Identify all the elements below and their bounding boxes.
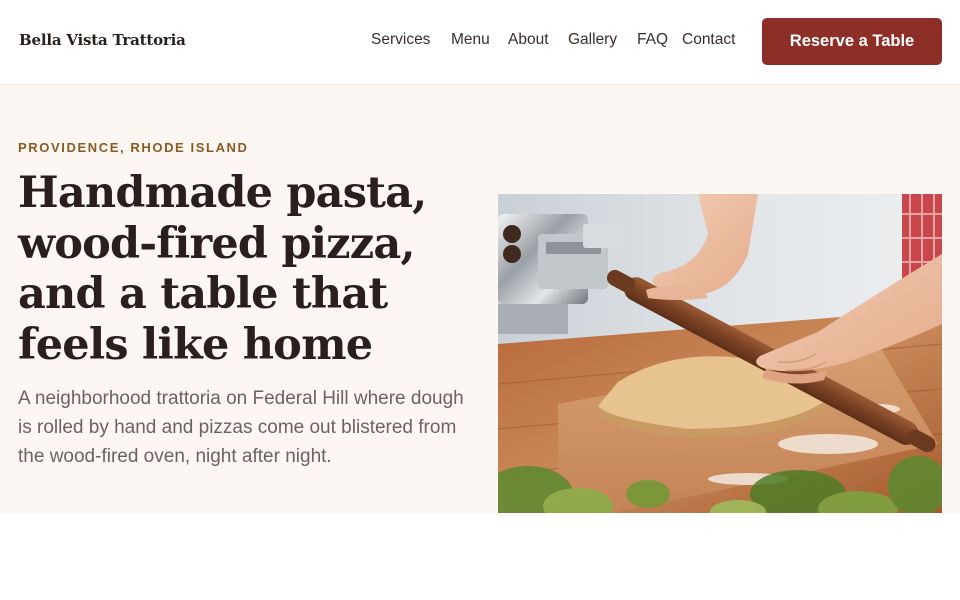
pasta-rolling-photo-illustration xyxy=(498,194,942,513)
site-header: Bella Vista Trattoria Services Menu Abou… xyxy=(0,0,960,85)
reserve-table-button[interactable]: Reserve a Table xyxy=(762,18,942,65)
hero-section: PROVIDENCE, RHODE ISLAND Handmade pasta,… xyxy=(0,86,960,513)
nav-link-gallery[interactable]: Gallery xyxy=(568,31,617,49)
nav-link-contact[interactable]: Contact xyxy=(682,31,735,49)
hero-photo xyxy=(498,194,942,513)
hero-description: A neighborhood trattoria on Federal Hill… xyxy=(18,388,464,467)
hero-headline: Handmade pasta, wood-fired pizza, and a … xyxy=(18,168,427,370)
nav-link-menu[interactable]: Menu xyxy=(451,31,490,49)
location-eyebrow: PROVIDENCE, RHODE ISLAND xyxy=(18,140,249,155)
nav-link-services[interactable]: Services xyxy=(371,31,430,49)
brand-logo[interactable]: Bella Vista Trattoria xyxy=(19,31,186,49)
nav-link-faq[interactable]: FAQ xyxy=(637,31,668,49)
nav-link-about[interactable]: About xyxy=(508,31,549,49)
